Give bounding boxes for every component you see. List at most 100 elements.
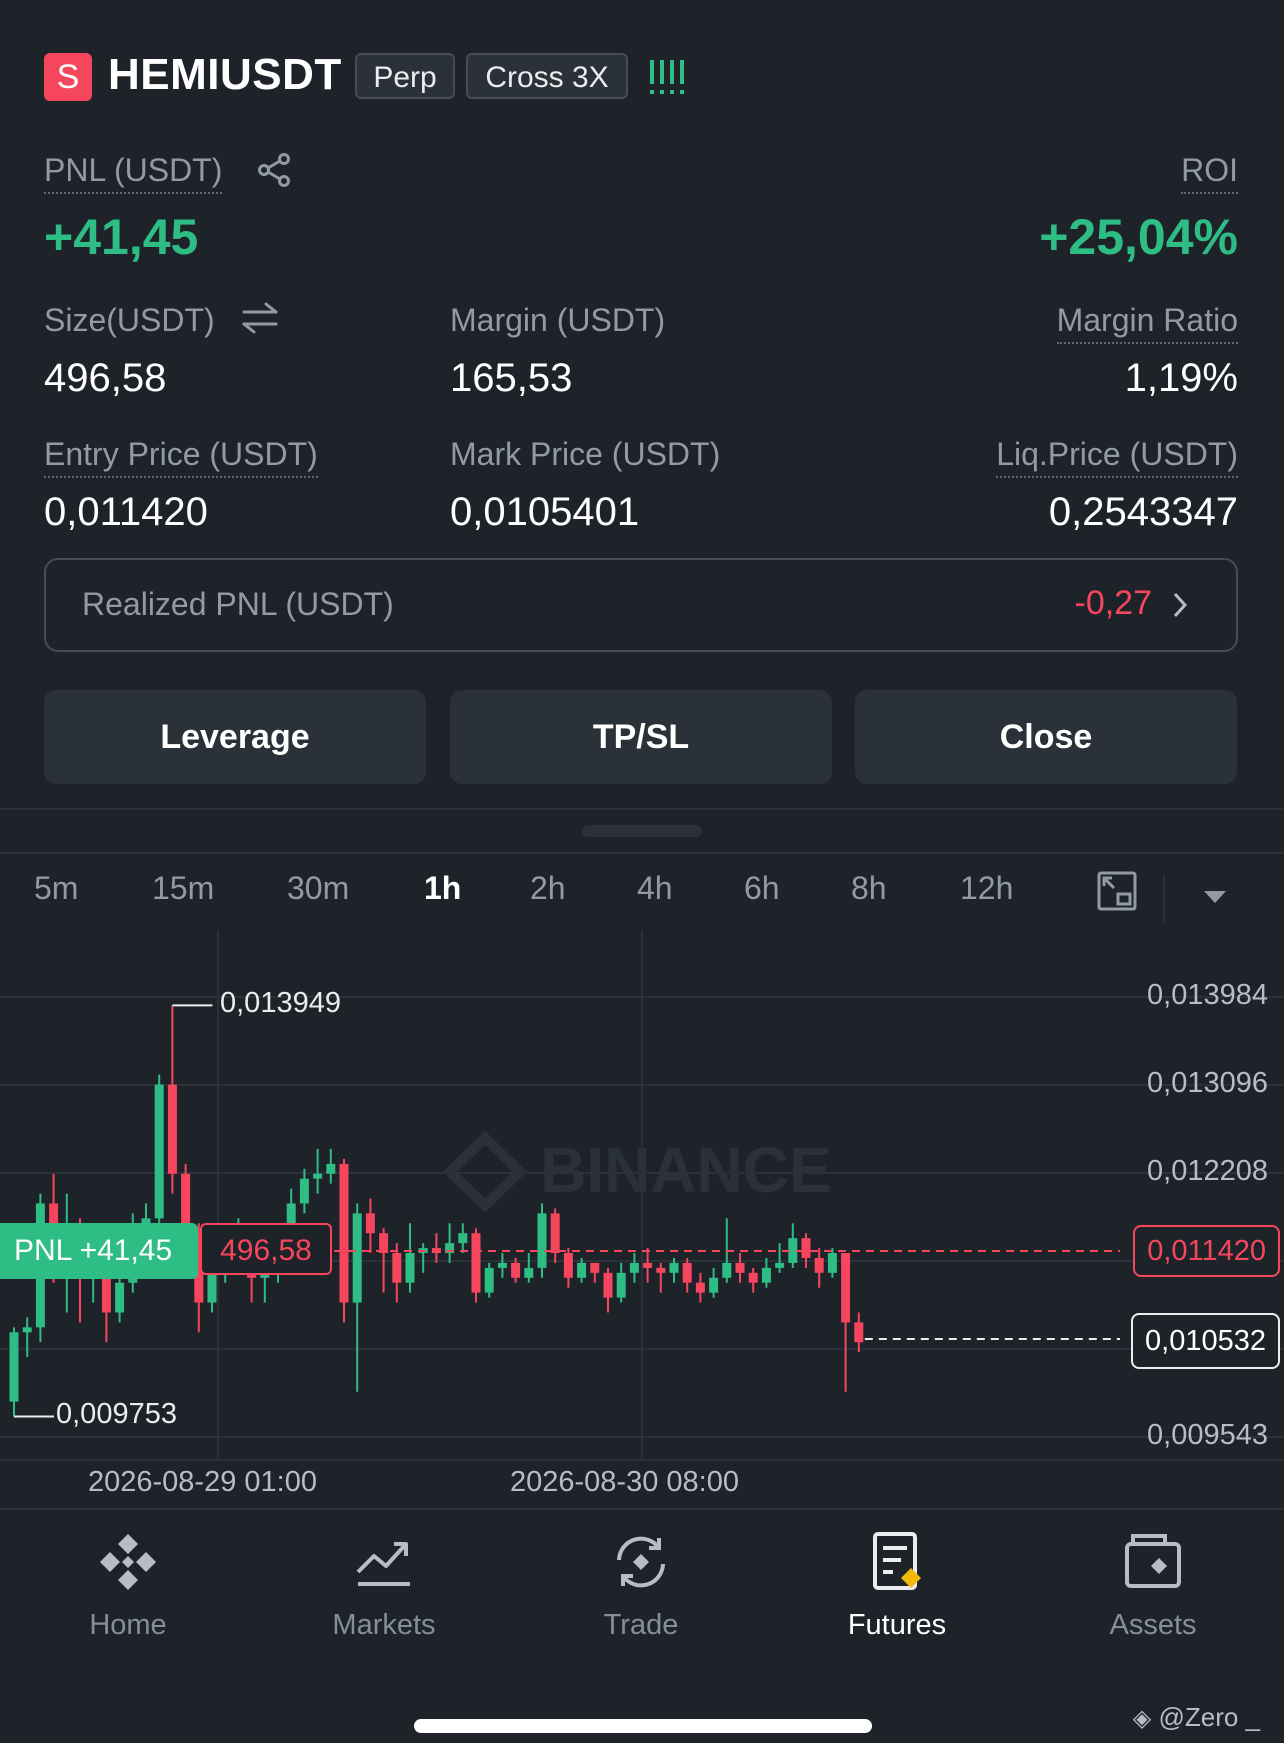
nav-label-home: Home xyxy=(89,1609,167,1641)
tab-8h[interactable]: 8h xyxy=(851,870,887,907)
candle-body xyxy=(339,1163,349,1303)
candle-body xyxy=(682,1262,692,1283)
chevron-right-icon xyxy=(1173,592,1188,618)
entry-price-value: 0,011420 xyxy=(44,490,208,534)
nav-label-markets: Markets xyxy=(332,1609,436,1641)
candle-body xyxy=(827,1253,837,1273)
chart-expand-icon[interactable] xyxy=(1096,870,1138,912)
realized-pnl-value: -0,27 xyxy=(1074,584,1153,622)
candle-body xyxy=(497,1262,507,1268)
candle-body xyxy=(352,1213,362,1303)
candle-body xyxy=(299,1178,309,1204)
candle-body xyxy=(22,1327,32,1333)
liq-price-label[interactable]: Liq.Price (USDT) xyxy=(996,436,1238,478)
size-chart-tag: 496,58 xyxy=(200,1223,332,1276)
nav-label-assets: Assets xyxy=(1109,1609,1197,1641)
candle-body xyxy=(814,1257,824,1273)
mark-price-label: Mark Price (USDT) xyxy=(450,436,721,472)
signal-bars-icon xyxy=(650,60,684,94)
candle-body xyxy=(841,1253,851,1323)
leverage-button[interactable]: Leverage xyxy=(44,690,426,784)
caret-down-icon[interactable] xyxy=(1202,888,1228,906)
margin-label: Margin (USDT) xyxy=(450,302,666,338)
liq-price-value: 0,2543347 xyxy=(1048,490,1238,534)
share-icon[interactable] xyxy=(256,152,292,188)
tab-30m[interactable]: 30m xyxy=(287,870,349,907)
time-axis-label: 2026-08-30 08:00 xyxy=(510,1466,739,1498)
candle-body xyxy=(511,1262,521,1278)
size-value: 496,58 xyxy=(44,356,167,400)
nav-trade[interactable]: Trade xyxy=(541,1530,741,1642)
price-axis-label: 0,009543 xyxy=(1147,1419,1268,1451)
roi-value: +25,04% xyxy=(1039,209,1238,265)
roi-label[interactable]: ROI xyxy=(1181,152,1238,194)
margin-ratio-value: 1,19% xyxy=(1124,356,1238,400)
candle-body xyxy=(484,1267,494,1293)
symbol-badge: S xyxy=(44,53,92,101)
nav-futures[interactable]: Futures xyxy=(797,1530,997,1642)
candle-body xyxy=(656,1267,666,1273)
candle-body xyxy=(550,1213,560,1254)
margin-ratio-label[interactable]: Margin Ratio xyxy=(1056,302,1238,344)
candle-body xyxy=(695,1282,705,1293)
realized-pnl-row[interactable]: Realized PNL (USDT) -0,27 xyxy=(44,558,1238,652)
candle-body xyxy=(775,1262,785,1268)
wallet-icon xyxy=(1125,1534,1181,1588)
margin-value: 165,53 xyxy=(450,356,573,400)
trade-swap-icon xyxy=(617,1536,665,1588)
candle-body xyxy=(761,1267,771,1283)
tab-6h[interactable]: 6h xyxy=(744,870,780,907)
credit-watermark: ◈ @Zero _ xyxy=(1133,1702,1260,1733)
candle-body xyxy=(801,1238,811,1258)
high-price-label: 0,013949 xyxy=(220,987,341,1020)
divider xyxy=(0,808,1284,810)
candle-body xyxy=(616,1272,626,1298)
price-axis-label: 0,013096 xyxy=(1147,1066,1268,1099)
home-indicator[interactable] xyxy=(414,1719,872,1733)
binance-logo-icon xyxy=(100,1534,156,1590)
price-axis-label: 0,013984 xyxy=(1147,979,1268,1011)
entry-price-label[interactable]: Entry Price (USDT) xyxy=(44,436,318,478)
candle-body xyxy=(603,1272,613,1298)
pnl-chart-tag: PNL +41,45 xyxy=(0,1223,198,1280)
cross-leverage-tag[interactable]: Cross 3X xyxy=(466,53,628,99)
symbol-title[interactable]: HEMIUSDT xyxy=(108,50,342,100)
candle-body xyxy=(735,1262,745,1273)
nav-home[interactable]: Home xyxy=(28,1530,228,1642)
tab-4h[interactable]: 4h xyxy=(637,870,673,907)
candle-body xyxy=(458,1233,468,1244)
entry-price-tag: 0,011420 xyxy=(1133,1225,1280,1278)
pnl-label[interactable]: PNL (USDT) xyxy=(44,152,223,194)
candle-body xyxy=(326,1163,336,1174)
tab-12h[interactable]: 12h xyxy=(960,870,1013,907)
candle-body xyxy=(709,1277,719,1293)
tab-5m[interactable]: 5m xyxy=(34,870,78,907)
swap-units-icon[interactable] xyxy=(240,300,280,336)
candle-body xyxy=(590,1262,600,1273)
candle-body xyxy=(392,1253,402,1283)
credit-text: @Zero _ xyxy=(1158,1702,1260,1732)
nav-label-trade: Trade xyxy=(603,1609,679,1641)
tab-2h[interactable]: 2h xyxy=(530,870,566,907)
nav-assets[interactable]: Assets xyxy=(1053,1530,1253,1642)
candle-body xyxy=(748,1272,758,1283)
candle-body xyxy=(365,1213,375,1234)
candle-body xyxy=(313,1173,323,1179)
candle-body xyxy=(115,1282,125,1313)
tab-15m[interactable]: 15m xyxy=(152,870,214,907)
tpsl-button[interactable]: TP/SL xyxy=(450,690,832,784)
chart-trend-icon xyxy=(356,1542,410,1586)
nav-markets[interactable]: Markets xyxy=(284,1530,484,1642)
close-position-button[interactable]: Close xyxy=(855,690,1237,784)
tab-1h[interactable]: 1h xyxy=(424,870,461,907)
candle-body xyxy=(854,1322,864,1343)
candle-body xyxy=(154,1084,164,1219)
candle-body xyxy=(629,1262,639,1273)
binance-small-icon: ◈ xyxy=(1132,1705,1152,1732)
size-label: Size(USDT) xyxy=(44,302,215,338)
candle-body xyxy=(577,1262,587,1278)
drag-handle[interactable] xyxy=(582,825,702,837)
candle-body xyxy=(471,1233,481,1293)
time-axis-label: 2026-08-29 01:00 xyxy=(88,1466,317,1498)
pnl-value: +41,45 xyxy=(44,209,199,265)
